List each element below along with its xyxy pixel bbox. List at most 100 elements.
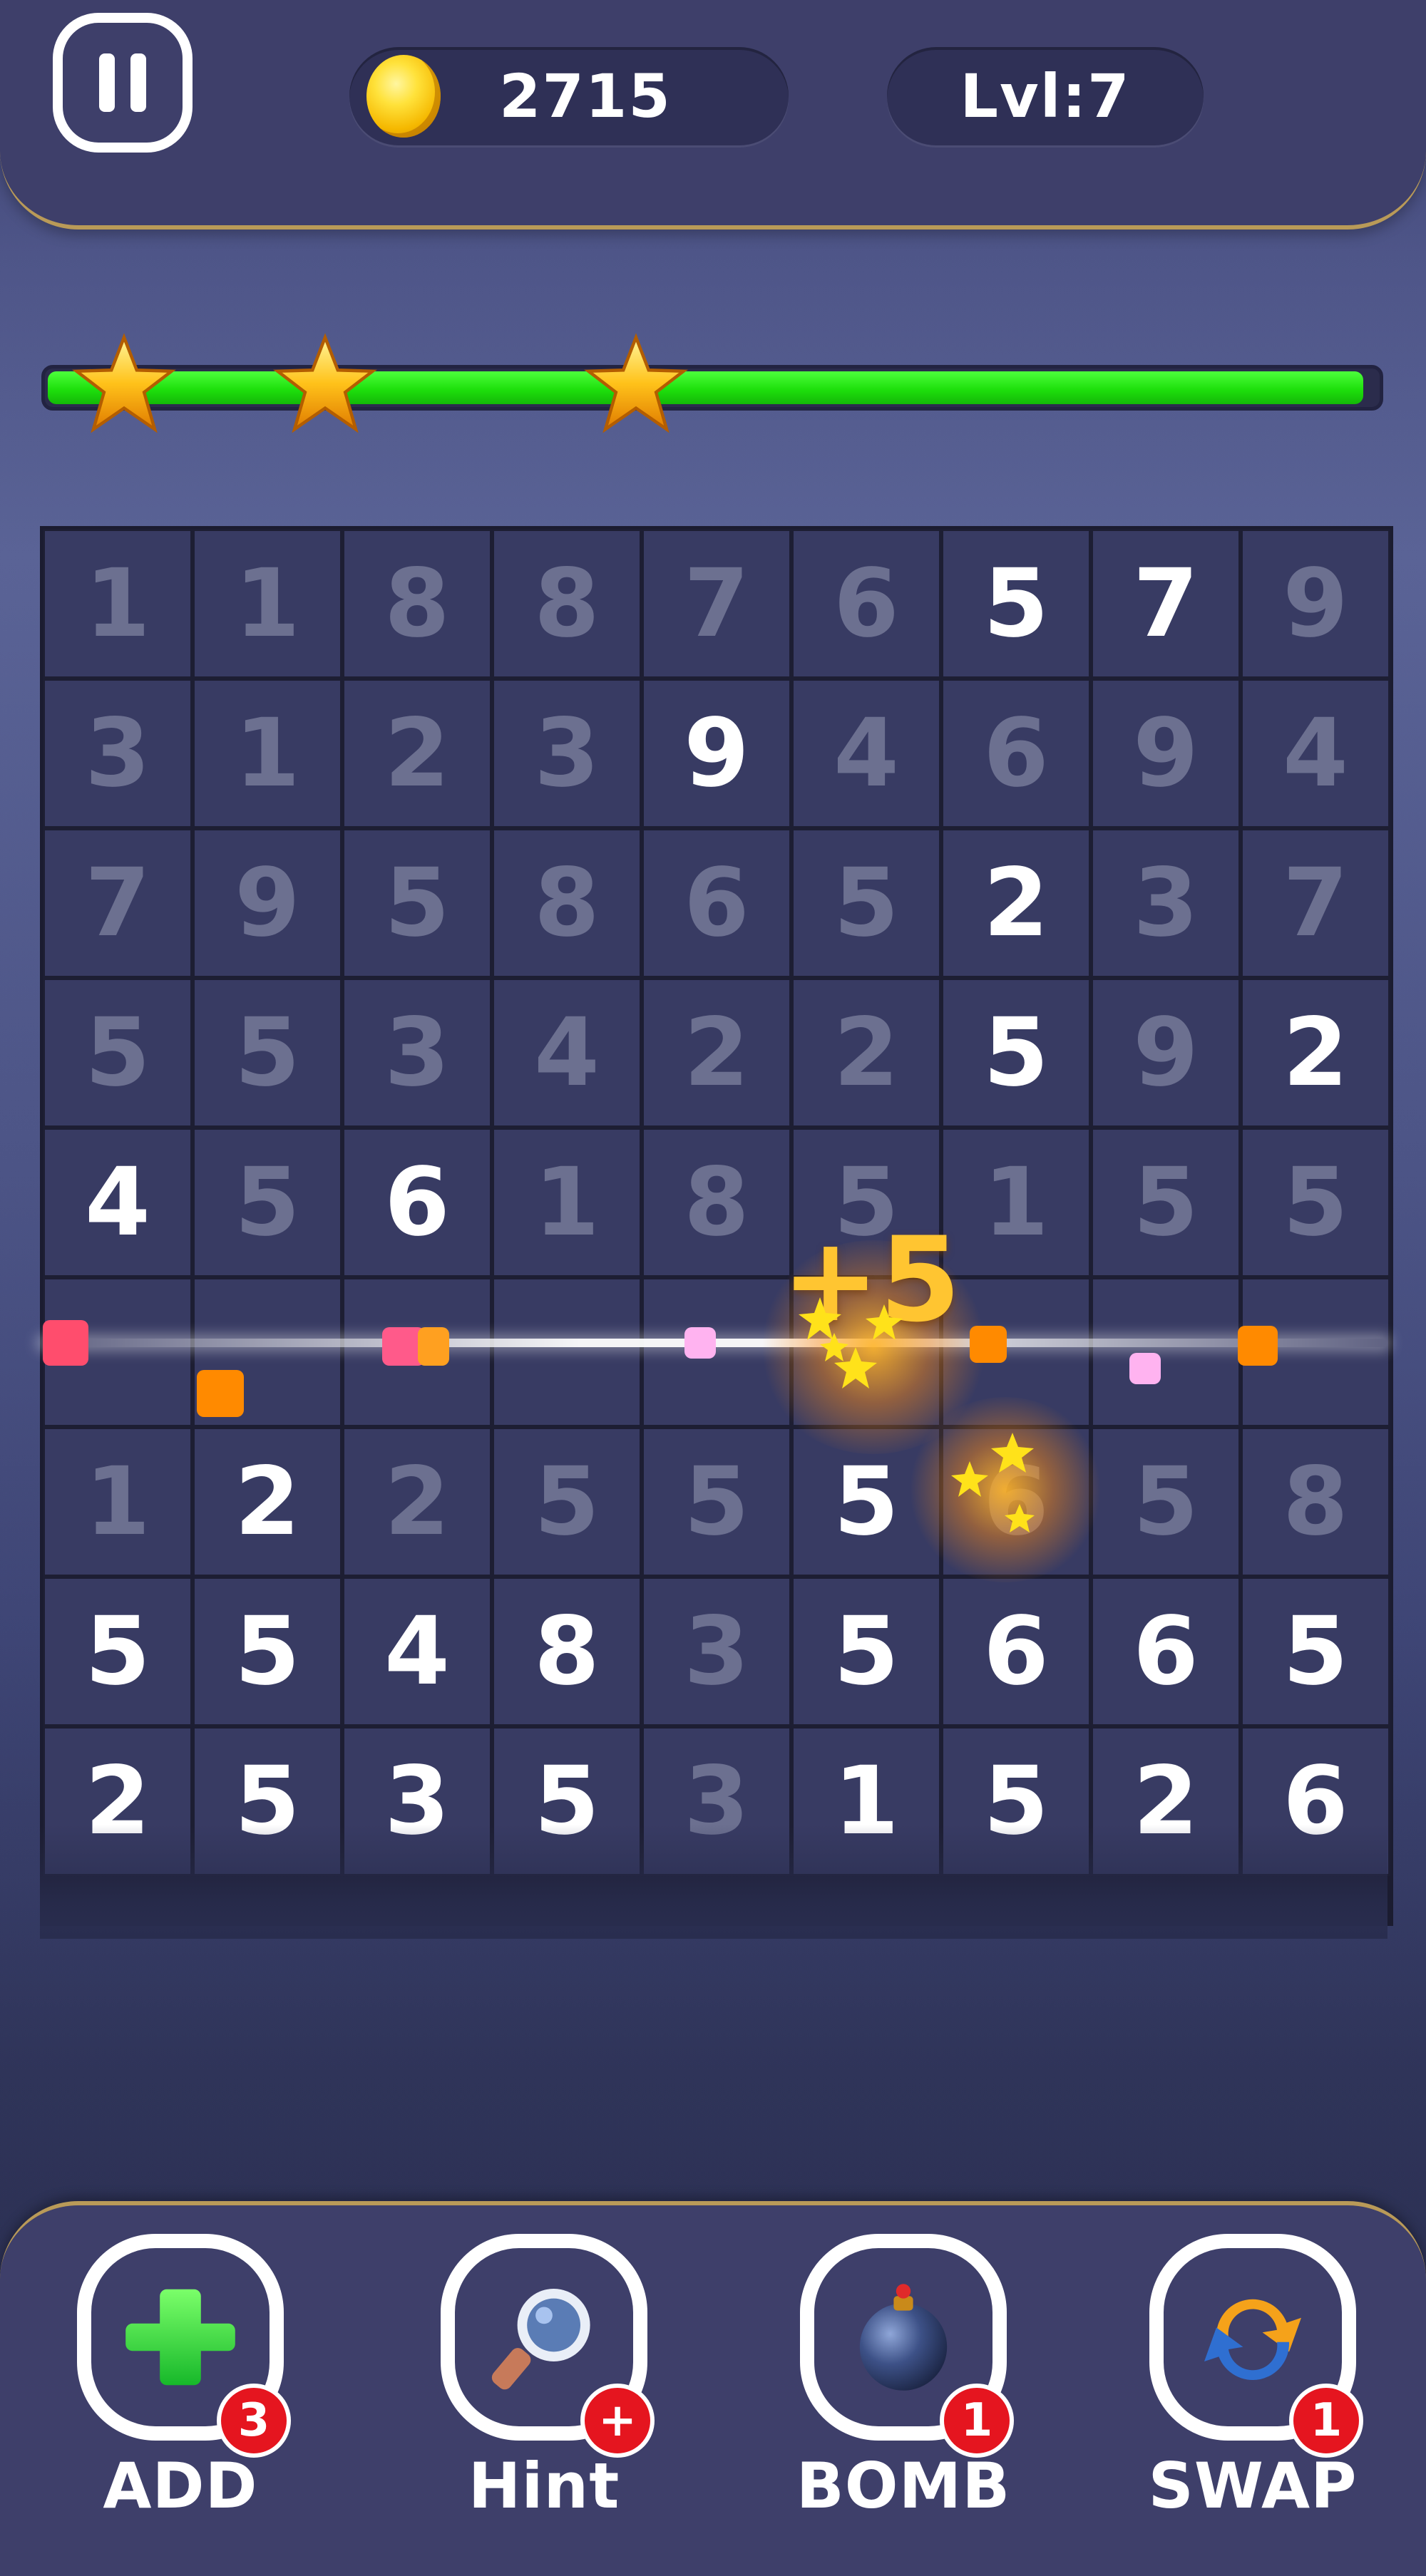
pause-icon-bar-right [130,53,146,112]
particle [43,1320,88,1366]
board-cell[interactable]: 4 [791,679,941,828]
board-cell[interactable]: 2 [791,978,941,1128]
board-cell[interactable]: 8 [342,529,492,679]
star-icon [72,333,176,433]
tool-label: ADD [103,2449,258,2523]
board-cell[interactable]: 2 [1241,978,1390,1128]
sparkle-stars-icon [799,1297,903,1389]
bomb-tool-button[interactable]: 1 [800,2234,1014,2458]
board-cell[interactable]: 5 [492,1726,642,1876]
board-cell[interactable]: 1 [941,1128,1091,1277]
board-cell[interactable]: 1 [193,679,342,828]
particle [197,1370,244,1417]
board-cell[interactable]: 6 [342,1128,492,1277]
particle [418,1327,449,1366]
board-cell[interactable]: 2 [941,828,1091,978]
board-cell[interactable]: 6 [941,679,1091,828]
board-cell[interactable]: 3 [1091,828,1241,978]
particle [1129,1353,1161,1384]
board-cell[interactable]: 6 [941,1577,1091,1726]
pause-button[interactable] [53,13,193,153]
tool-count-badge: 1 [940,2384,1014,2458]
board-cell[interactable]: 5 [43,978,193,1128]
board-cell[interactable]: 5 [193,978,342,1128]
board-cell[interactable]: 5 [492,1427,642,1577]
board-cell[interactable]: 9 [193,828,342,978]
hint-tool-button[interactable]: + [441,2234,655,2458]
board-cell[interactable]: 1 [791,1726,941,1876]
tool-label: BOMB [796,2449,1011,2523]
board-cell[interactable]: 5 [791,1577,941,1726]
coin-counter: 2715 [349,47,789,145]
board-cell[interactable]: 5 [1091,1427,1241,1577]
board-cell[interactable]: 2 [193,1427,342,1577]
board-cell[interactable] [492,1277,642,1427]
board-cell[interactable]: 9 [1091,679,1241,828]
board-cell[interactable]: 8 [492,1577,642,1726]
board-cell[interactable]: 2 [342,679,492,828]
board-cell[interactable]: 3 [642,1577,791,1726]
board-cell[interactable]: 8 [492,529,642,679]
board-cell[interactable]: 2 [642,978,791,1128]
star-icon [273,333,377,433]
board-cell[interactable]: 5 [43,1577,193,1726]
add-tool-button[interactable]: 3 [77,2234,291,2458]
board-cell[interactable]: 8 [1241,1427,1390,1577]
board-cell[interactable]: 4 [492,978,642,1128]
board-cell[interactable]: 1 [43,529,193,679]
board-cell[interactable]: 3 [43,679,193,828]
board-cell[interactable]: 5 [941,529,1091,679]
board-cell[interactable]: 6 [791,529,941,679]
board-cell[interactable]: 2 [43,1726,193,1876]
board-cell[interactable]: 5 [193,1726,342,1876]
board-cell[interactable]: 1 [193,529,342,679]
board-cell[interactable]: 8 [492,828,642,978]
board-cell[interactable]: 2 [1091,1726,1241,1876]
sparkle-stars-icon [951,1433,1035,1532]
board-cell[interactable]: 3 [342,1726,492,1876]
board-cell[interactable]: 9 [1241,529,1390,679]
board-cell[interactable]: 6 [642,828,791,978]
board-cell[interactable]: 4 [342,1577,492,1726]
particle [970,1326,1007,1363]
board-cell[interactable]: 5 [342,828,492,978]
particle [684,1327,716,1359]
board-cell[interactable]: 6 [1091,1577,1241,1726]
board-cell[interactable]: 4 [43,1128,193,1277]
board-cell[interactable]: 3 [342,978,492,1128]
board-cell[interactable]: 5 [193,1577,342,1726]
board-cell[interactable]: 5 [1091,1128,1241,1277]
swap-tool-button[interactable]: 1 [1149,2234,1363,2458]
board-cell[interactable]: 7 [1241,828,1390,978]
board-cell[interactable]: 3 [492,679,642,828]
board-cell[interactable]: 1 [492,1128,642,1277]
coin-count: 2715 [499,61,672,131]
board-cell[interactable] [1091,1277,1241,1427]
board-cell[interactable]: 5 [941,1726,1091,1876]
magnifier-icon [491,2289,590,2390]
progress-fill [48,371,1364,404]
green-plus-icon [125,2289,235,2386]
board-cell[interactable]: 5 [1241,1577,1390,1726]
gold-coin-icon [366,55,441,138]
board-cell[interactable]: 7 [43,828,193,978]
level-indicator: Lvl:7 [887,47,1204,145]
tool-count-badge: 1 [1289,2384,1363,2458]
board-cell[interactable]: 3 [642,1726,791,1876]
board-cell[interactable]: 9 [642,679,791,828]
board-cell[interactable]: 5 [1241,1128,1390,1277]
board-cell[interactable]: 2 [342,1427,492,1577]
board-cell[interactable]: 5 [642,1427,791,1577]
board-cell[interactable]: 1 [43,1427,193,1577]
board-cell[interactable]: 4 [1241,679,1390,828]
board-cell[interactable]: 9 [1091,978,1241,1128]
board-cell[interactable]: 8 [642,1128,791,1277]
board-cell[interactable]: 5 [791,828,941,978]
number-board: 1188765793123946947958652375534225924561… [40,526,1393,1926]
board-cell[interactable]: 5 [941,978,1091,1128]
tool-count-badge: 3 [217,2384,291,2458]
board-cell[interactable]: 7 [1091,529,1241,679]
board-cell[interactable]: 6 [1241,1726,1390,1876]
board-cell[interactable]: 7 [642,529,791,679]
board-cell[interactable]: 5 [193,1128,342,1277]
